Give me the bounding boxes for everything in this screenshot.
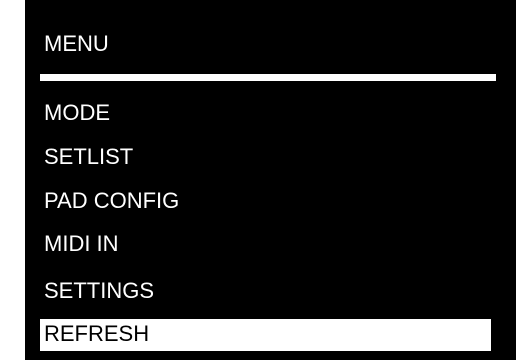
device-screen: MENU MODE SETLIST PAD CONFIG MIDI IN SET… [25,0,516,360]
title-divider [40,74,496,81]
menu-item-mode[interactable]: MODE [40,98,491,128]
menu-item-settings[interactable]: SETTINGS [40,276,491,306]
menu-title: MENU [44,31,109,56]
menu-item-midi-in[interactable]: MIDI IN [40,229,491,259]
menu-item-pad-config[interactable]: PAD CONFIG [40,186,491,216]
menu-item-setlist[interactable]: SETLIST [40,142,491,172]
menu-item-refresh[interactable]: REFRESH [40,319,491,351]
